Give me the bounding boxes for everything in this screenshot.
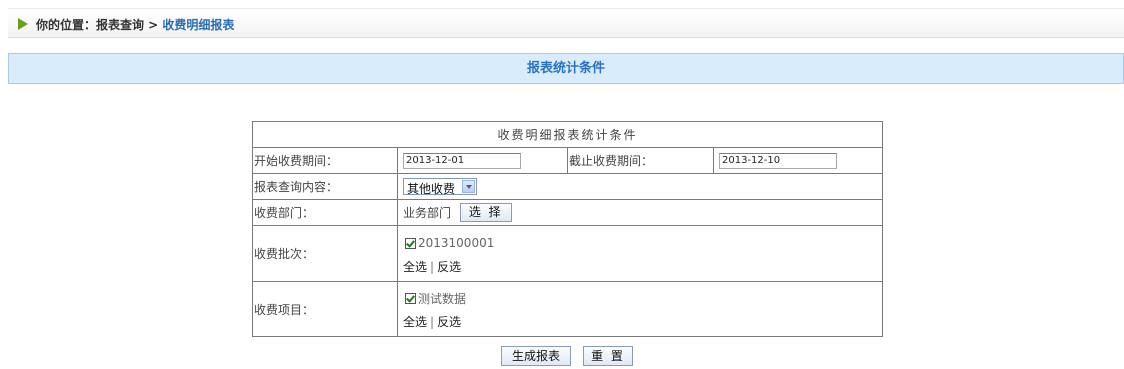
query-content-value: 其他收费	[407, 182, 456, 196]
query-content-cell: 其他收费	[396, 173, 884, 200]
end-period-label: 截止收费期间：	[567, 147, 714, 174]
item-checkbox[interactable]	[405, 293, 416, 304]
report-condition-form: 收费明细报表统计条件 开始收费期间： 2013-12-01 截止收费期间： 20…	[251, 121, 884, 337]
play-arrow-icon	[18, 18, 28, 30]
batch-checkbox[interactable]	[405, 237, 416, 249]
item-link-separator: |	[430, 315, 435, 329]
start-period-cell: 2013-12-01	[397, 147, 568, 174]
breadcrumb-prefix: 你的位置：报表查询 >	[36, 18, 163, 32]
batch-select-all-link[interactable]: 全选	[403, 260, 427, 274]
start-period-label: 开始收费期间：	[252, 147, 398, 174]
item-select-all-link[interactable]: 全选	[403, 315, 427, 329]
reset-button[interactable]: 重 置	[583, 346, 633, 366]
batch-invert-link[interactable]: 反选	[437, 260, 461, 274]
item-option-label: 测试数据	[418, 291, 467, 306]
end-period-cell: 2013-12-10	[712, 147, 884, 174]
section-title: 报表统计条件	[8, 53, 1124, 84]
chevron-down-icon[interactable]	[462, 180, 475, 193]
item-select-links: 全选 | 反选	[403, 312, 882, 334]
item-option: 测试数据	[399, 284, 882, 312]
choose-dept-button[interactable]: 选 择	[459, 203, 512, 222]
batch-select-links: 全选 | 反选	[403, 257, 882, 279]
item-invert-link[interactable]: 反选	[437, 315, 461, 329]
breadcrumb: 你的位置：报表查询 > 收费明细报表	[8, 8, 1124, 38]
batch-option-label: 2013100001	[418, 236, 495, 250]
breadcrumb-text: 你的位置：报表查询 > 收费明细报表	[36, 16, 234, 33]
generate-report-button[interactable]: 生成报表	[501, 346, 571, 366]
query-content-select[interactable]: 其他收费	[403, 178, 477, 196]
end-period-input[interactable]: 2013-12-10	[719, 153, 837, 169]
breadcrumb-current: 收费明细报表	[162, 18, 235, 32]
dept-label: 收费部门：	[252, 199, 398, 226]
batch-label: 收费批次：	[252, 225, 398, 282]
dept-value: 业务部门	[403, 206, 452, 220]
dept-cell: 业务部门 选 择	[396, 199, 884, 226]
item-cell: 测试数据 全选 | 反选	[396, 281, 884, 337]
batch-link-separator: |	[430, 259, 435, 274]
form-caption: 收费明细报表统计条件	[251, 121, 884, 148]
batch-cell: 2013100001 全选 | 反选	[396, 225, 884, 282]
item-label: 收费项目：	[252, 281, 398, 337]
query-content-label: 报表查询内容：	[252, 173, 398, 200]
batch-option: 2013100001	[399, 229, 882, 257]
start-period-input[interactable]: 2013-12-01	[403, 153, 521, 169]
